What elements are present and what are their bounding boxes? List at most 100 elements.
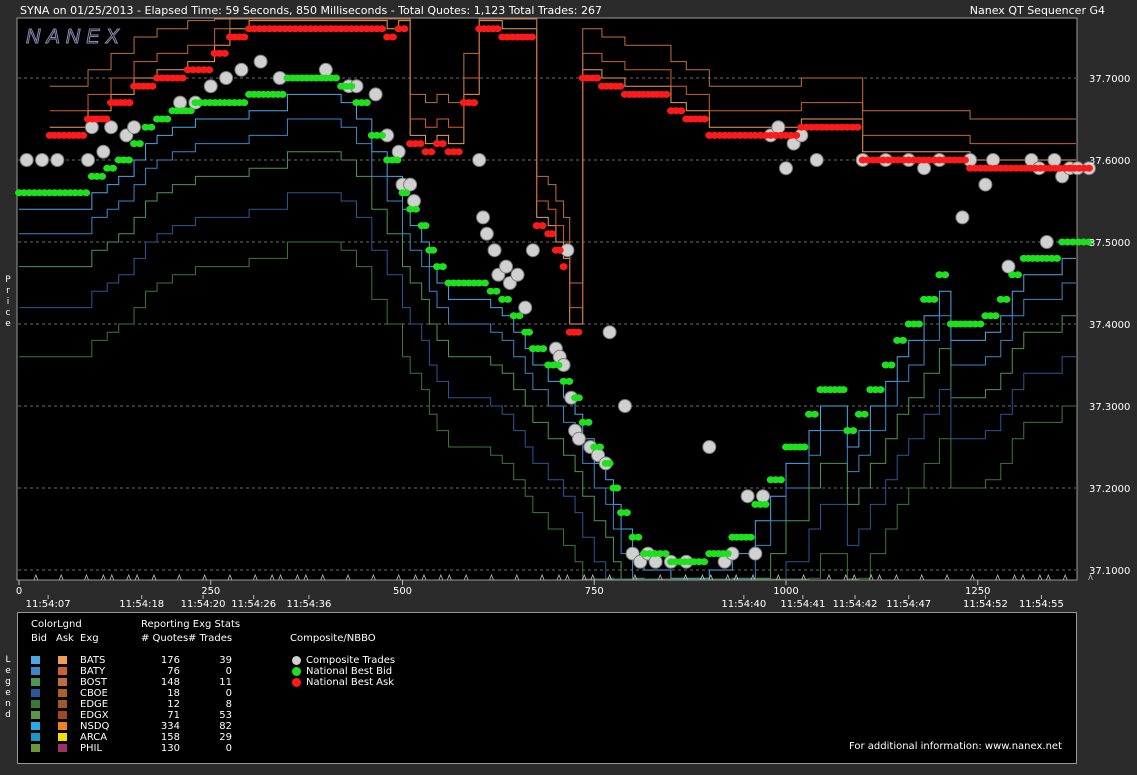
time-label: 11:54:07 <box>26 599 71 610</box>
trade-point <box>518 300 533 315</box>
ask-swatch <box>58 722 67 730</box>
quote-count: 334 <box>160 721 180 732</box>
ask-header: Ask <box>56 633 74 644</box>
ask-point <box>677 107 686 115</box>
x-tick-label: 500 <box>393 586 412 597</box>
bid-point <box>800 443 809 451</box>
bid-point <box>402 189 411 197</box>
bid-point <box>135 140 144 148</box>
quotes-header: # Quotes <box>141 633 189 644</box>
trade-point <box>19 153 34 167</box>
trade-point <box>476 210 491 225</box>
trade-point <box>1047 153 1062 167</box>
quote-count: 148 <box>160 677 180 688</box>
trade-point <box>96 144 111 159</box>
legend-panel: ColorLgnd Bid Ask Exg Reporting Exg Stat… <box>17 612 1077 764</box>
time-label: 11:54:36 <box>286 599 331 610</box>
bid-point <box>429 246 438 254</box>
x-tick-label: 250 <box>201 586 220 597</box>
legend-side-char: e <box>5 666 11 676</box>
time-label: 11:54:40 <box>721 599 766 610</box>
trade-point <box>127 120 142 135</box>
ask-point <box>378 25 387 33</box>
ask-point <box>454 148 463 156</box>
bid-swatch <box>31 656 40 664</box>
bid-point <box>503 295 512 303</box>
bid-point <box>539 345 548 353</box>
ask-point <box>960 156 969 164</box>
ask-point <box>148 82 157 90</box>
quote-count: 71 <box>167 710 180 721</box>
ask-point <box>178 74 187 82</box>
trade-point <box>525 243 540 258</box>
y-tick-label: 37.6000 <box>1089 156 1130 167</box>
ask-swatch <box>58 667 67 675</box>
ask-point <box>205 66 214 74</box>
trade-point <box>203 79 218 94</box>
bid-point <box>898 336 907 344</box>
trade-point <box>917 161 932 176</box>
bid-swatch <box>31 700 40 708</box>
ask-swatch <box>58 733 67 741</box>
bid-swatch <box>31 689 40 697</box>
trade-count: 11 <box>219 677 232 688</box>
time-label: 11:54:55 <box>1019 599 1064 610</box>
price-side-char: e <box>5 319 11 329</box>
legend-side-label: Legend <box>3 655 13 721</box>
composite-legend-dot <box>292 678 301 687</box>
trade-point <box>978 177 993 192</box>
bid-point <box>941 271 950 279</box>
exchange-name: PHIL <box>80 743 103 754</box>
trade-count: 0 <box>225 688 232 699</box>
bid-point <box>849 427 858 435</box>
trade-point <box>602 325 617 340</box>
nanex-watermark: NANEX <box>26 26 125 48</box>
bid-swatch <box>31 722 40 730</box>
bid-point <box>1014 271 1023 279</box>
bid-point <box>584 418 593 426</box>
bid-point <box>723 550 732 558</box>
composite-legend-label: Composite Trades <box>306 655 396 666</box>
bid-point <box>596 443 605 451</box>
y-tick-label: 37.3000 <box>1089 402 1130 413</box>
quote-count: 18 <box>167 688 180 699</box>
bid-point <box>98 172 107 180</box>
x-tick-label: 1250 <box>965 586 990 597</box>
exchange-name: BOST <box>80 677 108 688</box>
composite-legend-label: National Best Ask <box>306 677 395 688</box>
ask-point <box>593 74 602 82</box>
quote-count: 12 <box>167 699 180 710</box>
trade-point <box>234 62 249 77</box>
trade-point <box>407 194 422 208</box>
ask-point <box>792 131 801 139</box>
ask-point <box>527 33 536 41</box>
bid-point <box>163 115 172 123</box>
ask-point <box>574 328 583 336</box>
bid-point <box>860 410 869 418</box>
bid-point <box>147 123 156 131</box>
ask-swatch <box>58 744 67 752</box>
ask-point <box>79 131 88 139</box>
bid-point <box>574 394 583 402</box>
composite-legend-dot <box>292 667 301 676</box>
trade-point <box>755 489 770 504</box>
legend-side-char: g <box>5 677 11 687</box>
trade-point <box>499 259 514 274</box>
bid-point <box>746 533 755 541</box>
bid-point <box>438 263 447 271</box>
time-label: 11:54:41 <box>780 599 825 610</box>
y-tick-label: 37.5000 <box>1089 238 1130 249</box>
ask-swatch <box>58 711 67 719</box>
trade-point <box>510 267 525 282</box>
bid-swatch <box>31 678 40 686</box>
bid-point <box>700 558 709 566</box>
price-side-char: c <box>5 308 11 318</box>
ask-swatch <box>58 700 67 708</box>
trade-point <box>391 144 406 159</box>
bid-point <box>776 476 785 484</box>
exchange-name: EDGX <box>80 710 109 721</box>
bid-point <box>347 82 356 90</box>
trade-point <box>740 489 755 504</box>
bid-point <box>278 90 287 98</box>
ask-point <box>416 140 425 148</box>
